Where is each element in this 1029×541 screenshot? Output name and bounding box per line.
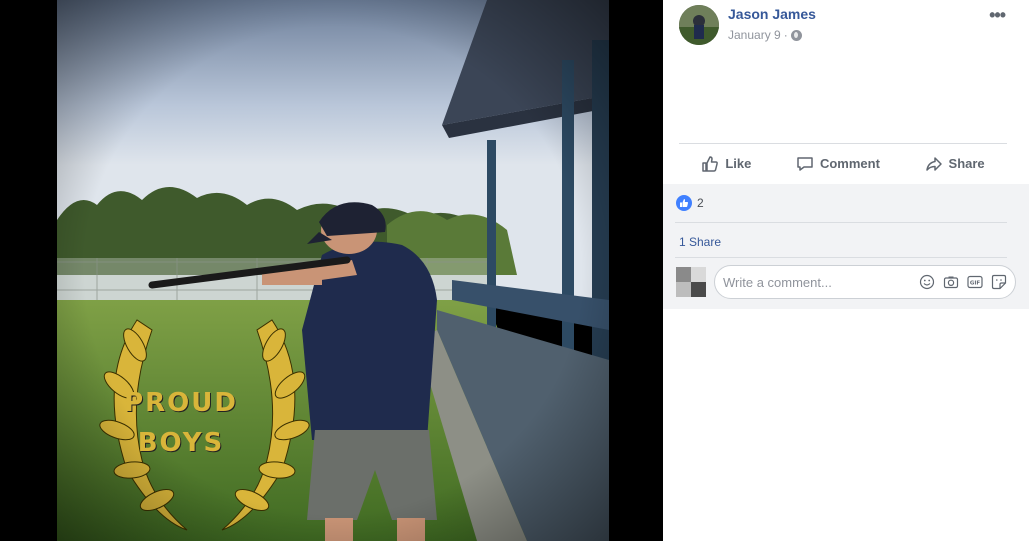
post-date[interactable]: January 9 [728, 28, 781, 42]
author-avatar[interactable] [679, 5, 719, 45]
comment-attachment-icons: GIF [919, 274, 1007, 290]
camera-icon[interactable] [943, 274, 959, 290]
comment-label: Comment [819, 156, 880, 171]
wreath-text-line1: PROUD [124, 388, 238, 418]
svg-text:GIF: GIF [970, 281, 981, 287]
thumbs-up-icon [701, 155, 719, 173]
share-button[interactable]: Share [925, 155, 985, 173]
post-photo[interactable]: PROUD BOYS [57, 0, 609, 541]
post-action-bar: Like Comment Share [679, 143, 1007, 183]
sticker-icon[interactable] [991, 274, 1007, 290]
comment-input[interactable] [723, 273, 913, 291]
post-header: Jason James January 9 · ••• [679, 5, 1013, 45]
media-viewer: PROUD BOYS [0, 0, 663, 541]
more-options-button[interactable]: ••• [989, 5, 1006, 26]
comment-input-wrapper: GIF [714, 265, 1016, 299]
like-button[interactable]: Like [701, 155, 751, 173]
feedback-section: 2 1 Share Write a comment... GIF [663, 184, 1029, 309]
comment-composer: GIF [663, 257, 1029, 309]
gif-icon[interactable]: GIF [967, 274, 983, 290]
wreath-text-line2: BOYS [137, 428, 225, 458]
share-label: Share [948, 156, 985, 171]
meta-separator: · [783, 28, 788, 42]
like-reaction-icon [676, 195, 692, 211]
share-arrow-icon [925, 155, 943, 173]
divider [675, 222, 1007, 223]
photo-viewer-page: PROUD BOYS Jason James January 9 · ••• L… [0, 0, 1029, 541]
emoji-icon[interactable] [919, 274, 935, 290]
reactions-summary[interactable]: 2 [676, 195, 704, 211]
shares-count-link[interactable]: 1 Share [679, 235, 721, 249]
post-side-panel: Jason James January 9 · ••• Like Comment [663, 0, 1029, 541]
globe-icon[interactable] [790, 29, 802, 41]
viewer-avatar [676, 267, 706, 297]
comment-bubble-icon [796, 155, 814, 173]
author-name[interactable]: Jason James [728, 6, 816, 22]
reaction-count: 2 [697, 196, 704, 210]
like-label: Like [725, 156, 752, 171]
comment-button[interactable]: Comment [796, 155, 880, 173]
post-meta: January 9 · [728, 28, 802, 42]
